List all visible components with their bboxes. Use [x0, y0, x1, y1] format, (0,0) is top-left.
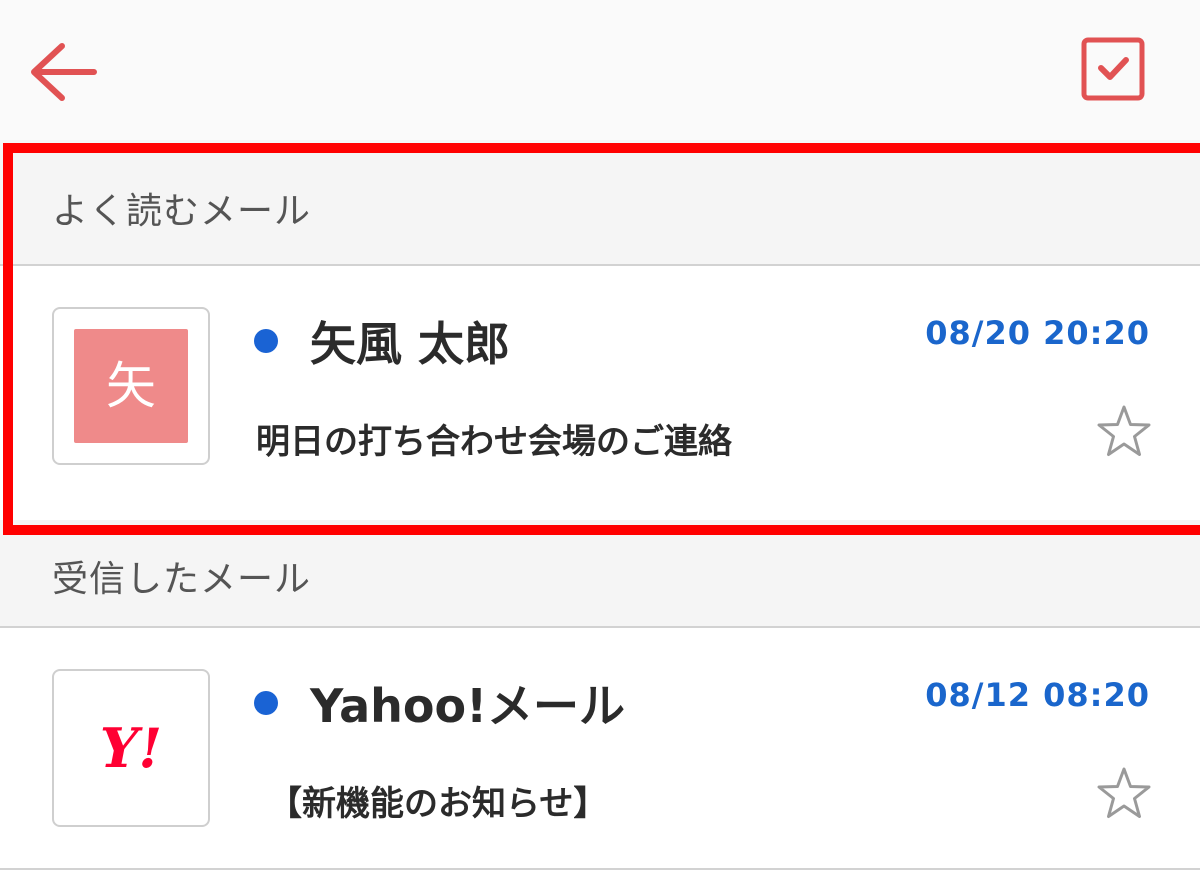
star-button[interactable] [1094, 402, 1154, 462]
back-button[interactable] [22, 36, 102, 108]
mail-subject: 【新機能のお知らせ】 [268, 784, 608, 824]
svg-text:Y!: Y! [100, 716, 162, 780]
unread-indicator [254, 691, 278, 715]
star-outline-icon [1097, 767, 1151, 818]
mail-date: 08/12 08:20 [925, 676, 1150, 714]
section-label: 受信したメール [52, 559, 312, 600]
arrow-left-icon [31, 43, 97, 101]
star-button[interactable] [1094, 764, 1154, 824]
unread-indicator [254, 329, 278, 353]
top-toolbar [0, 0, 1200, 140]
avatar: 矢 [52, 307, 210, 465]
avatar: Y! [52, 669, 210, 827]
mail-subject: 明日の打ち合わせ会場のご連絡 [256, 422, 732, 462]
avatar-initial: 矢 [74, 329, 188, 443]
sender-name: 矢風 太郎 [310, 317, 511, 371]
star-outline-icon [1097, 405, 1151, 456]
select-mode-button[interactable] [1074, 32, 1154, 112]
sender-name: Yahoo!メール [310, 679, 626, 733]
mail-list-item[interactable]: Y! Yahoo!メール 08/12 08:20 【新機能のお知らせ】 [0, 628, 1200, 870]
mail-date: 08/20 20:20 [925, 314, 1150, 352]
section-header-received: 受信したメール [0, 520, 1200, 628]
section-label: よく読むメール [52, 191, 312, 232]
mail-list-item[interactable]: 矢 矢風 太郎 08/20 20:20 明日の打ち合わせ会場のご連絡 [0, 266, 1200, 520]
checkbox-checked-icon [1081, 37, 1145, 101]
mail-list-screen: よく読むメール 矢 矢風 太郎 08/20 20:20 明日の打ち合わせ会場のご… [0, 0, 1200, 870]
section-header-frequent: よく読むメール [0, 140, 1200, 266]
yahoo-logo-icon: Y! [100, 716, 162, 780]
